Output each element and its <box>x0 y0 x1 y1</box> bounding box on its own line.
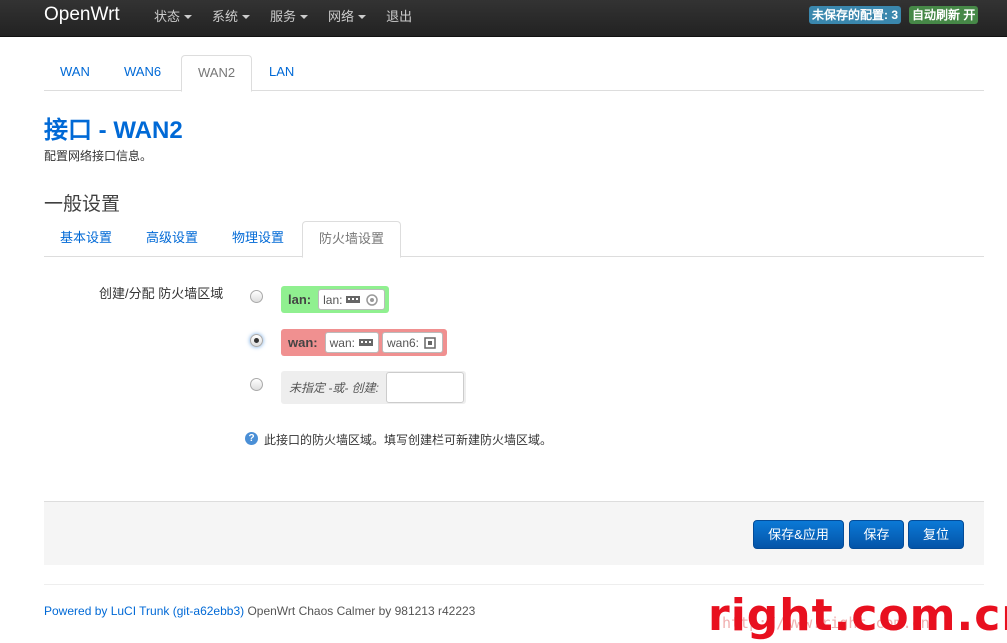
menu-logout[interactable]: 退出 <box>386 0 412 37</box>
iface-lan-label: lan: <box>323 292 343 307</box>
firewall-help-text: 此接口的防火墙区域。填写创建栏可新建防火墙区域。 <box>264 433 553 447</box>
menu-system[interactable]: 系统 <box>212 0 251 37</box>
page-title: 接口 - WAN2 <box>44 117 183 144</box>
wifi-icon <box>366 293 379 306</box>
footer-divider <box>44 584 984 585</box>
caret-down-icon <box>300 15 309 19</box>
ethernet-icon <box>346 295 361 303</box>
save-button[interactable]: 保存 <box>849 520 904 549</box>
footer: Powered by LuCI Trunk (git-a62ebb3) Open… <box>44 604 475 618</box>
zone-unspecified-option: 未指定 -或- 创建: <box>281 371 466 404</box>
menu-status-label: 状态 <box>154 9 181 24</box>
help-icon: ? <box>245 432 258 445</box>
reset-button[interactable]: 复位 <box>908 520 964 549</box>
tab-firewall-settings[interactable]: 防火墙设置 <box>302 221 402 258</box>
iface-wan6-label: wan6: <box>386 335 420 350</box>
page-description: 配置网络接口信息。 <box>44 149 153 163</box>
caret-down-icon <box>242 15 251 19</box>
tab-wan[interactable]: WAN <box>44 55 106 91</box>
zone-lan-name: lan: <box>288 292 312 307</box>
menu-services[interactable]: 服务 <box>270 0 309 37</box>
iface-wan-chip: wan: <box>324 332 379 353</box>
port-icon <box>424 336 436 349</box>
tab-advanced-settings[interactable]: 高级设置 <box>130 221 214 257</box>
new-zone-input[interactable] <box>386 372 464 403</box>
unspecified-create-label: 未指定 -或- 创建: <box>289 381 379 395</box>
menu-status[interactable]: 状态 <box>154 0 193 37</box>
settings-tabs: 基本设置 高级设置 物理设置 防火墙设置 <box>44 221 984 258</box>
ethernet-icon <box>358 338 373 346</box>
section-title: 一般设置 <box>44 194 121 215</box>
menu-network-label: 网络 <box>328 9 355 24</box>
save-apply-button[interactable]: 保存&应用 <box>753 520 844 549</box>
luci-link[interactable]: Powered by LuCI Trunk (git-a62ebb3) <box>44 604 244 618</box>
auto-refresh-badge[interactable]: 自动刷新 开 <box>909 6 979 24</box>
unsaved-changes-badge[interactable]: 未保存的配置: 3 <box>809 6 902 24</box>
caret-down-icon <box>184 15 193 19</box>
tab-wan2[interactable]: WAN2 <box>181 55 253 92</box>
menu-logout-label: 退出 <box>386 9 413 24</box>
tab-lan[interactable]: LAN <box>253 55 310 91</box>
menu-network[interactable]: 网络 <box>328 0 367 37</box>
form-actions: 保存&应用 保存 复位 <box>44 501 984 565</box>
zone-lan-radio[interactable] <box>250 290 263 303</box>
main-menu: 状态 系统 服务 网络 退出 <box>154 0 432 37</box>
zone-wan-radio[interactable] <box>250 334 263 347</box>
top-navbar: OpenWrt 状态 系统 服务 网络 退出 未保存的配置: 3 自动刷新 开 <box>0 0 1007 37</box>
brand-logo[interactable]: OpenWrt <box>44 4 120 26</box>
zone-new-radio[interactable] <box>250 378 263 391</box>
firewall-zone-label: 创建/分配 防火墙区域 <box>99 286 224 301</box>
caret-down-icon <box>358 15 367 19</box>
zone-wan-option[interactable]: wan: wan: wan6: <box>281 329 448 356</box>
iface-wan-label: wan: <box>329 335 355 350</box>
tab-wan6[interactable]: WAN6 <box>108 55 177 91</box>
watermark-logo: right.com.cn <box>708 590 1007 641</box>
menu-system-label: 系统 <box>212 9 239 24</box>
tab-basic-settings[interactable]: 基本设置 <box>44 221 128 257</box>
iface-wan6-chip: wan6: <box>381 332 444 353</box>
tab-physical-settings[interactable]: 物理设置 <box>216 221 300 257</box>
zone-lan-option[interactable]: lan: lan: <box>281 286 390 313</box>
footer-version: OpenWrt Chaos Calmer by 981213 r42223 <box>244 604 476 618</box>
iface-lan-chip: lan: <box>318 289 386 310</box>
interface-tabs: WAN WAN6 WAN2 LAN <box>44 55 984 92</box>
zone-wan-name: wan: <box>288 335 318 350</box>
menu-services-label: 服务 <box>270 9 297 24</box>
